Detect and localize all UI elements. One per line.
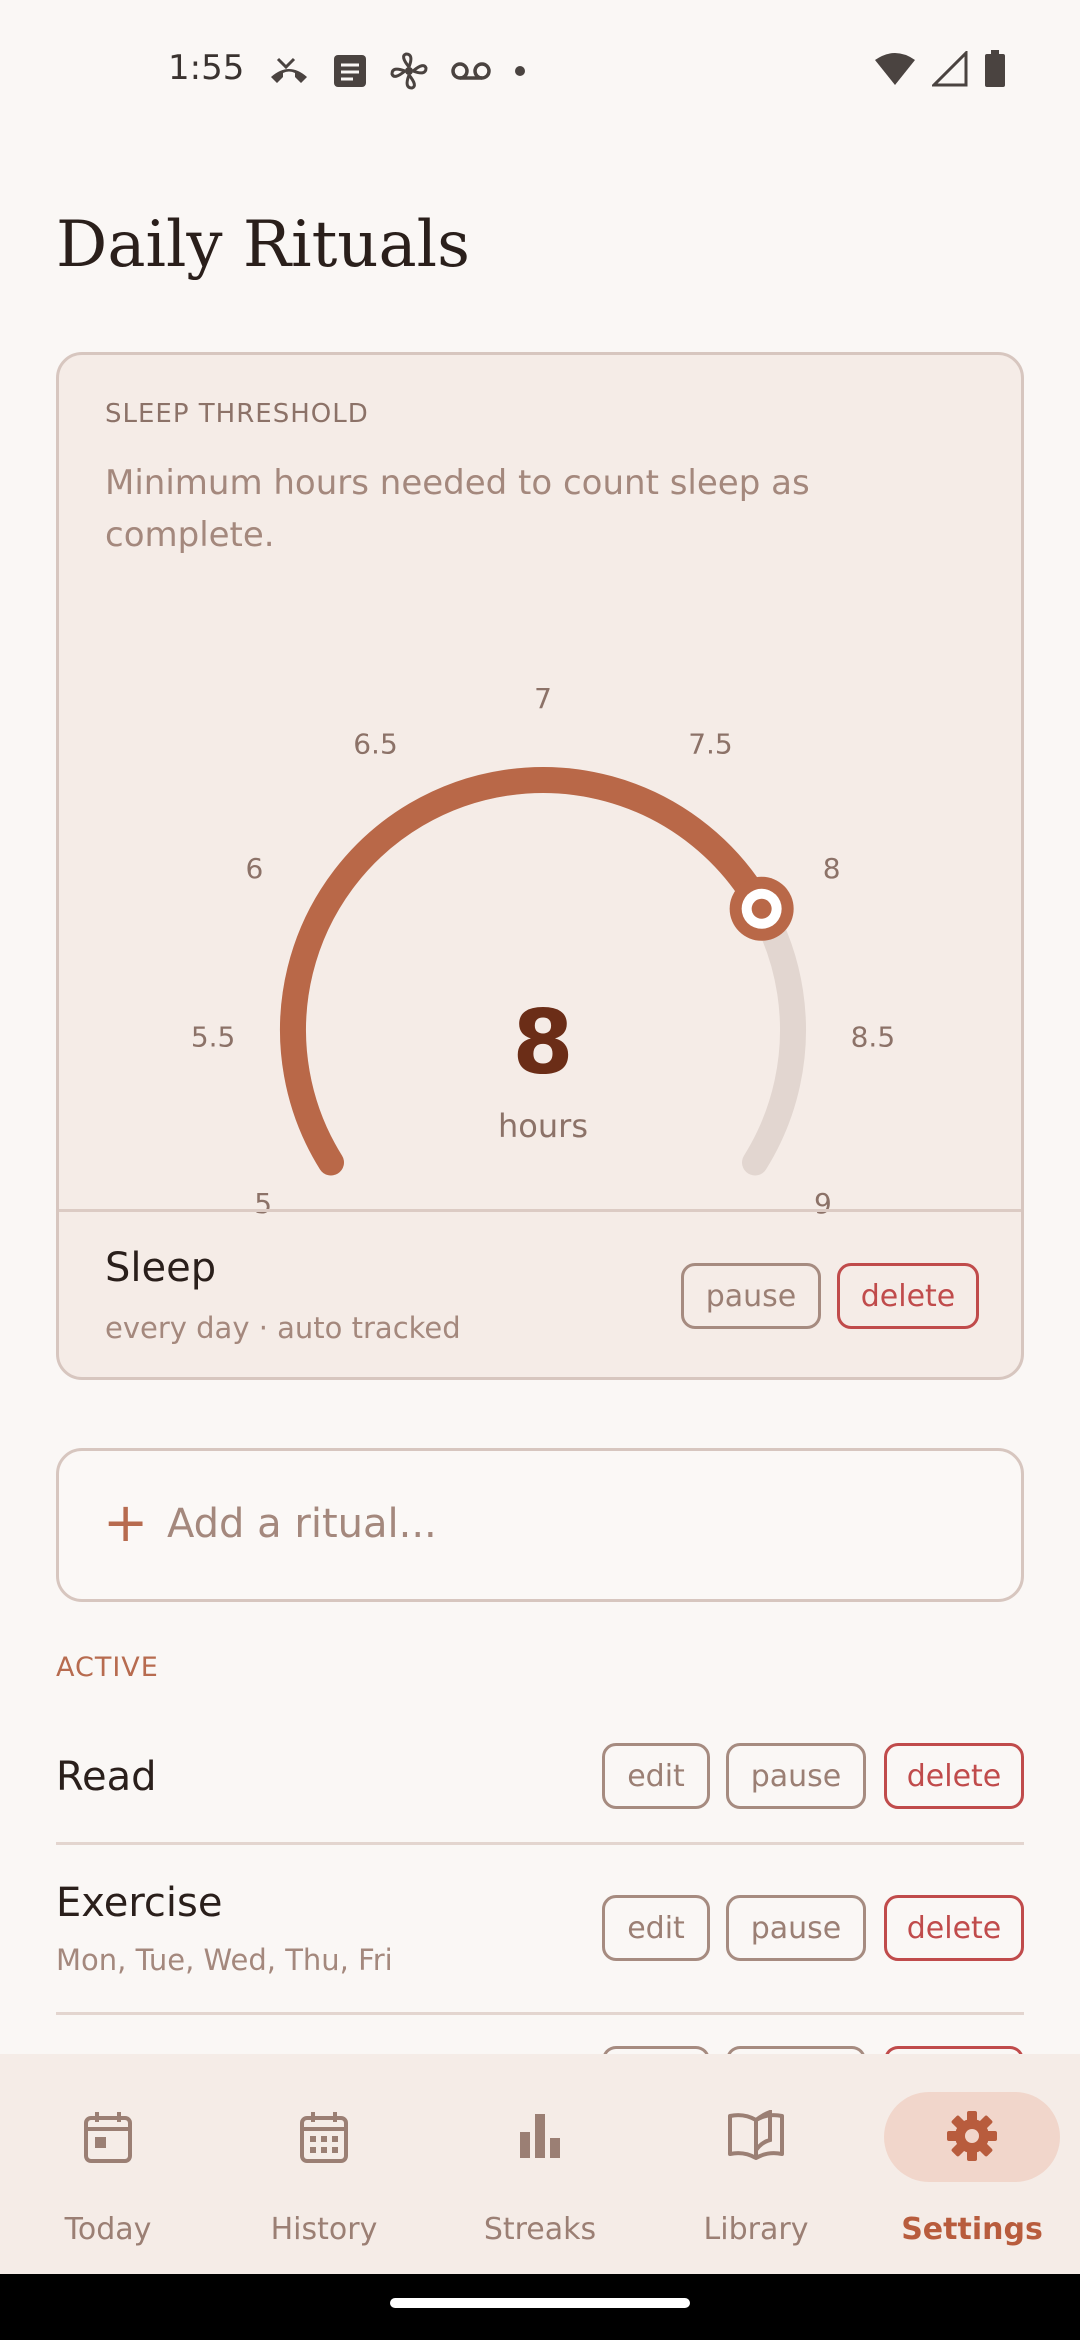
gauge-tick-label: 6: [245, 852, 263, 885]
nav-item-today[interactable]: Today: [0, 2054, 216, 2274]
status-icons-right: [874, 50, 1006, 88]
battery-icon: [985, 50, 1005, 87]
book-icon: [728, 2110, 784, 2160]
card-description: Minimum hours needed to count sleep as c…: [105, 463, 810, 555]
exercise-edit-button[interactable]: edit: [602, 1895, 710, 1961]
gauge-unit: hours: [498, 1107, 588, 1145]
nav-label: History: [270, 2212, 378, 2247]
section-label-active: ACTIVE: [56, 1652, 159, 1683]
gauge-handle-center: [751, 898, 772, 919]
status-icons-left: [268, 52, 526, 90]
nav-item-streaks[interactable]: Streaks: [432, 2054, 648, 2274]
row-divider: [56, 1842, 1024, 1845]
gauge-tick-label: 7: [534, 682, 552, 715]
exercise-delete-button[interactable]: delete: [884, 1895, 1024, 1961]
gauge-tick-label: 5: [254, 1187, 272, 1220]
ritual-name: Sleep: [105, 1245, 217, 1291]
bottom-navigation: Today History Streaks Library Settings: [0, 2054, 1080, 2274]
page-title: Daily Rituals: [56, 208, 470, 282]
gauge-fill: [280, 767, 775, 1176]
notes-icon: [334, 55, 366, 87]
ritual-name: Exercise: [56, 1880, 223, 1926]
add-ritual-placeholder: Add a ritual...: [167, 1501, 437, 1547]
nav-item-settings[interactable]: Settings: [864, 2054, 1080, 2274]
nav-label: Today: [64, 2212, 152, 2247]
gauge-tick-label: 9: [814, 1187, 832, 1220]
row-divider: [56, 2012, 1024, 2015]
home-indicator[interactable]: [390, 2298, 690, 2308]
read-edit-button[interactable]: edit: [602, 1743, 710, 1809]
ritual-schedule: every day · auto tracked: [105, 1311, 461, 1345]
read-pause-button[interactable]: pause: [726, 1743, 866, 1809]
divider: [59, 1209, 1021, 1212]
nav-label: Library: [703, 2212, 809, 2247]
read-delete-button[interactable]: delete: [884, 1743, 1024, 1809]
plus-icon: +: [103, 1491, 149, 1554]
sleep-pause-button[interactable]: pause: [681, 1263, 821, 1329]
gauge-value: 8: [512, 991, 574, 1094]
status-time: 1:55: [168, 48, 245, 88]
calendar-grid-icon: [300, 2112, 348, 2163]
wifi-icon: [875, 53, 915, 85]
gauge-tick-label: 6.5: [353, 728, 398, 761]
sleep-threshold-card: SLEEP THRESHOLD Minimum hours needed to …: [56, 352, 1024, 1380]
nav-item-library[interactable]: Library: [648, 2054, 864, 2274]
card-section-label: SLEEP THRESHOLD: [105, 399, 369, 429]
signal-icon: [932, 51, 968, 87]
bar-chart-icon: [520, 2114, 560, 2158]
sleep-delete-button[interactable]: delete: [837, 1263, 979, 1329]
nav-label: Streaks: [483, 2212, 597, 2247]
gear-icon: [947, 2111, 997, 2161]
calendar-today-icon: [84, 2112, 132, 2163]
exercise-pause-button[interactable]: pause: [726, 1895, 866, 1961]
ritual-name: Read: [56, 1754, 157, 1800]
nav-label: Settings: [901, 2212, 1043, 2247]
ritual-schedule: Mon, Tue, Wed, Thu, Fri: [56, 1943, 393, 1977]
fan-icon: [390, 52, 428, 90]
status-bar: 1:55: [0, 0, 1080, 140]
voicemail-icon: [451, 62, 491, 80]
missed-call-icon: [271, 57, 307, 83]
gauge-tick-label: 8: [823, 852, 841, 885]
dot-icon: [515, 66, 525, 76]
add-ritual-input[interactable]: + Add a ritual...: [56, 1448, 1024, 1602]
gauge-tick-label: 7.5: [688, 728, 733, 761]
nav-item-history[interactable]: History: [216, 2054, 432, 2274]
